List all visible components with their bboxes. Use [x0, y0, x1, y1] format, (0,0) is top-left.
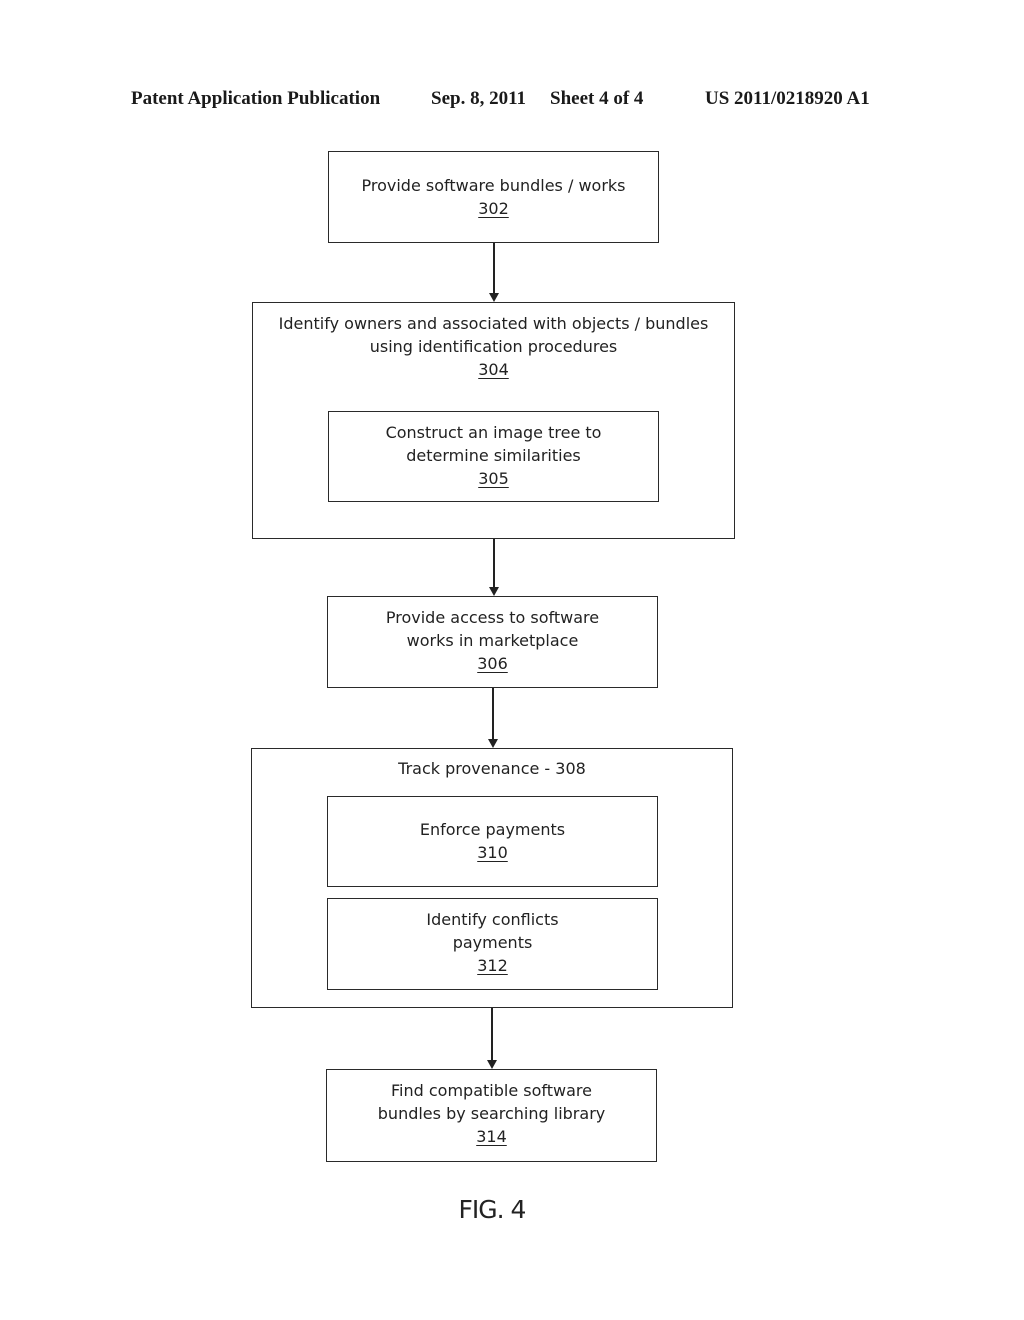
publication-type: Patent Application Publication	[131, 88, 381, 109]
step-305-box: Construct an image tree to determine sim…	[328, 411, 659, 502]
step-312-text-line2: payments	[452, 933, 533, 952]
sheet-number: Sheet 4 of 4	[550, 88, 644, 109]
arrow-306-308	[488, 688, 498, 748]
step-308-title: Track provenance - 308	[398, 759, 586, 778]
patent-header: Patent Application Publication Sep. 8, 2…	[0, 88, 1024, 114]
step-310-ref: 310	[477, 843, 508, 862]
step-306-text-line2: works in marketplace	[406, 631, 579, 650]
step-305-text-line1: Construct an image tree to	[385, 423, 602, 442]
step-302-text: Provide software bundles / works	[361, 176, 626, 195]
step-304-ref: 304	[478, 360, 509, 379]
patent-number: US 2011/0218920 A1	[705, 88, 870, 109]
step-310-text: Enforce payments	[419, 820, 566, 839]
step-305-ref: 305	[478, 469, 509, 488]
step-310-box: Enforce payments 310	[327, 796, 658, 887]
step-314-box: Find compatible software bundles by sear…	[326, 1069, 657, 1162]
publication-date: Sep. 8, 2011	[431, 88, 527, 109]
step-304-text-line2: using identification procedures	[369, 337, 618, 356]
step-314-text-line1: Find compatible software	[391, 1081, 592, 1100]
figure-label: FIG. 4	[458, 1195, 527, 1224]
step-306-ref: 306	[477, 654, 508, 673]
step-312-text-line1: Identify conflicts	[426, 910, 559, 929]
arrow-302-304	[489, 243, 499, 302]
step-306-text-line1: Provide access to software	[385, 608, 600, 627]
step-312-box: Identify conflicts payments 312	[327, 898, 658, 990]
step-305-text-line2: determine similarities	[406, 446, 581, 465]
step-306-box: Provide access to software works in mark…	[327, 596, 658, 688]
arrow-304-306	[489, 539, 499, 596]
step-302-ref: 302	[478, 199, 509, 218]
step-312-ref: 312	[477, 956, 508, 975]
step-314-text-line2: bundles by searching library	[377, 1104, 606, 1123]
step-302-box: Provide software bundles / works 302	[328, 151, 659, 243]
step-304-text-line1: Identify owners and associated with obje…	[278, 314, 709, 333]
arrow-308-314	[487, 1008, 497, 1069]
step-314-ref: 314	[476, 1127, 507, 1146]
